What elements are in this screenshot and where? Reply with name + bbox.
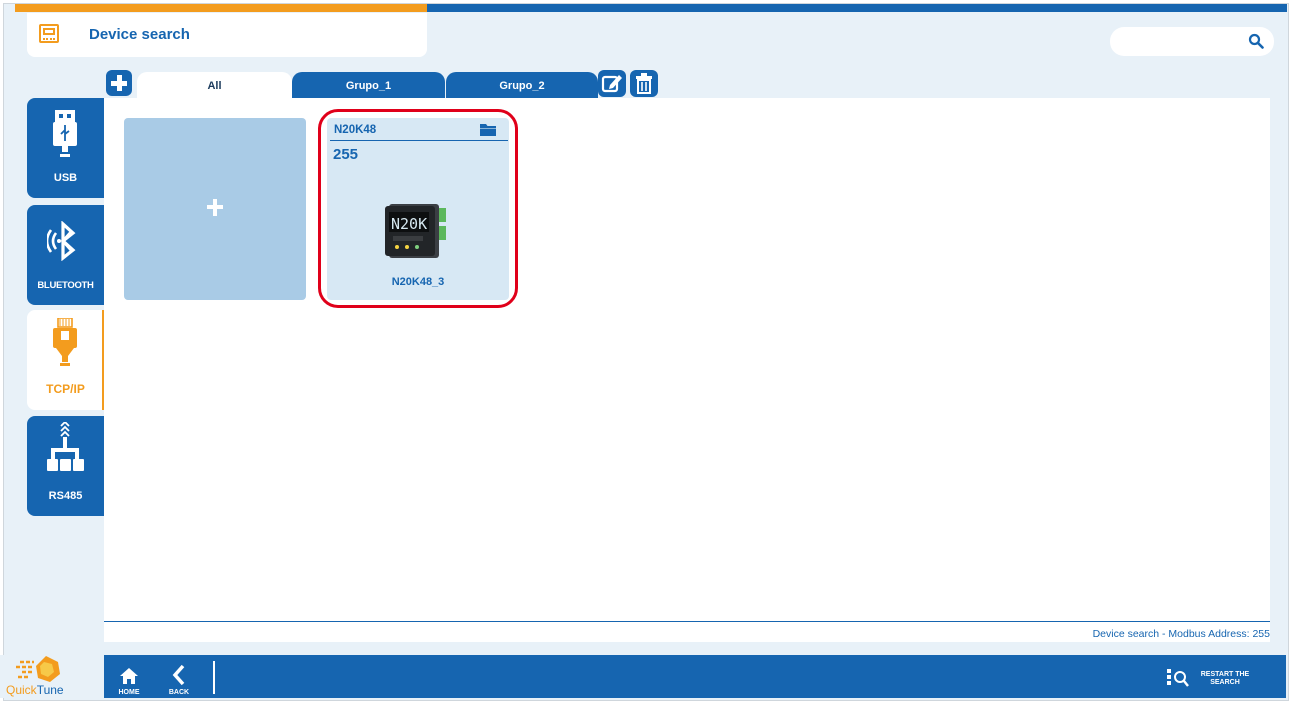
top-accent-blue [427,4,1287,12]
sidebar-item-label: RS485 [48,490,83,502]
sidebar-item-rs485[interactable]: RS485 [27,416,104,516]
ethernet-icon [53,318,77,366]
quicktune-logo [16,656,60,682]
status-bar: Device search - Modbus Address: 255 [104,622,1270,642]
selection-highlight [318,109,518,308]
page-title: Device search [89,26,190,43]
delete-group-button[interactable] [630,70,658,97]
top-accent-orange [15,4,427,12]
usb-icon [53,110,77,157]
restart-search-button[interactable]: RESTART THE SEARCH [1160,664,1270,692]
bluetooth-icon [47,221,76,261]
tab-all[interactable]: All [137,72,292,98]
bottom-toolbar [104,655,1286,698]
sidebar-item-bluetooth[interactable]: BLUETOOTH [27,205,104,305]
status-text: Device search - Modbus Address: 255 [1092,628,1270,640]
tab-grupo-2[interactable]: Grupo_2 [446,72,598,98]
restart-search-icon [1167,669,1189,687]
controller-icon [39,24,59,43]
search-icon[interactable] [1248,33,1264,49]
search-input[interactable] [1110,27,1274,56]
sidebar-item-usb[interactable]: USB [27,98,104,198]
trash-icon [636,73,652,94]
tab-grupo-1[interactable]: Grupo_1 [292,72,445,98]
sidebar-item-label: USB [53,172,78,184]
back-button[interactable]: BACK [160,660,198,698]
restart-search-label: RESTART THE SEARCH [1200,671,1250,686]
home-button[interactable]: HOME [110,660,148,698]
toolbar-divider [213,661,215,694]
back-label: BACK [168,689,190,696]
network-icon [47,422,84,471]
edit-group-button[interactable] [598,70,626,97]
home-icon [120,668,138,684]
home-label: HOME [118,689,140,696]
add-group-button[interactable] [106,70,132,96]
app-name: QuickTune [6,683,64,697]
header: Device search [27,13,427,57]
edit-icon [601,75,622,93]
back-arrow-icon [172,664,185,686]
sidebar-item-label: BLUETOOTH [37,280,94,291]
sidebar-item-tcpip[interactable]: TCP/IP [27,310,107,410]
sidebar-item-label: TCP/IP [46,382,85,396]
add-device-button[interactable] [124,118,306,300]
